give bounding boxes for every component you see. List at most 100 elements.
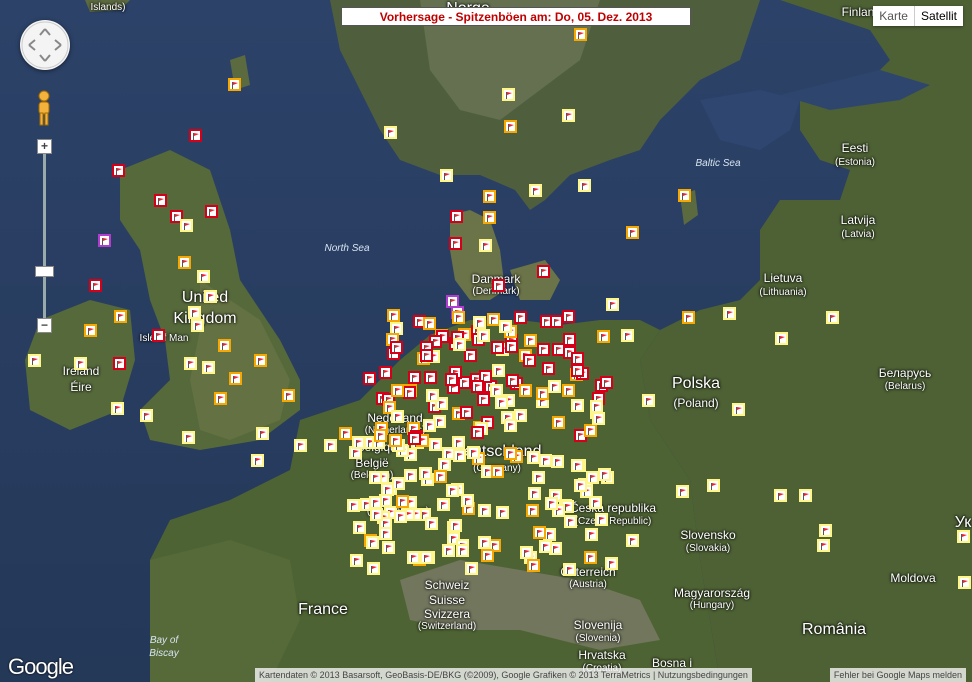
station-marker-orange[interactable]: [114, 310, 127, 323]
map-canvas[interactable]: NorgeIslands)FinlanEesti(Estonia)Baltic …: [0, 0, 972, 682]
station-marker-yellow[interactable]: [563, 563, 576, 576]
station-marker-yellow[interactable]: [381, 483, 394, 496]
station-marker-yellow[interactable]: [353, 521, 366, 534]
station-marker-yellow[interactable]: [502, 88, 515, 101]
station-marker-red[interactable]: [89, 279, 102, 292]
station-marker-red[interactable]: [471, 380, 484, 393]
station-marker-yellow[interactable]: [732, 403, 745, 416]
station-marker-yellow[interactable]: [347, 499, 360, 512]
station-marker-yellow[interactable]: [562, 109, 575, 122]
station-marker-yellow[interactable]: [529, 184, 542, 197]
station-marker-yellow[interactable]: [423, 419, 436, 432]
station-marker-red[interactable]: [408, 432, 421, 445]
station-marker-yellow[interactable]: [826, 311, 839, 324]
station-marker-yellow[interactable]: [456, 544, 469, 557]
station-marker-red[interactable]: [420, 349, 433, 362]
station-marker-yellow[interactable]: [425, 517, 438, 530]
station-marker-orange[interactable]: [483, 190, 496, 203]
zoom-in-button[interactable]: +: [37, 139, 52, 154]
station-marker-orange[interactable]: [434, 470, 447, 483]
pegman-icon[interactable]: [35, 90, 53, 126]
station-marker-red[interactable]: [505, 340, 518, 353]
station-marker-yellow[interactable]: [571, 459, 584, 472]
station-marker-yellow[interactable]: [467, 446, 480, 459]
station-marker-yellow[interactable]: [379, 527, 392, 540]
station-marker-orange[interactable]: [504, 447, 517, 460]
station-marker-orange[interactable]: [214, 392, 227, 405]
station-marker-yellow[interactable]: [367, 562, 380, 575]
station-marker-yellow[interactable]: [350, 554, 363, 567]
zoom-out-button[interactable]: −: [37, 318, 52, 333]
station-marker-orange[interactable]: [519, 384, 532, 397]
station-marker-yellow[interactable]: [384, 126, 397, 139]
station-marker-red[interactable]: [600, 376, 613, 389]
station-marker-red[interactable]: [542, 362, 555, 375]
station-marker-yellow[interactable]: [478, 536, 491, 549]
station-marker-yellow[interactable]: [551, 455, 564, 468]
station-marker-yellow[interactable]: [499, 320, 512, 333]
station-marker-yellow[interactable]: [598, 468, 611, 481]
station-marker-orange[interactable]: [452, 311, 465, 324]
station-marker-orange[interactable]: [533, 526, 546, 539]
station-marker-orange[interactable]: [391, 384, 404, 397]
station-marker-yellow[interactable]: [477, 329, 490, 342]
station-marker-red[interactable]: [390, 341, 403, 354]
station-marker-yellow[interactable]: [539, 540, 552, 553]
station-marker-yellow[interactable]: [545, 497, 558, 510]
station-marker-red[interactable]: [112, 164, 125, 177]
station-marker-yellow[interactable]: [191, 319, 204, 332]
station-marker-orange[interactable]: [504, 120, 517, 133]
station-marker-orange[interactable]: [282, 389, 295, 402]
station-marker-orange[interactable]: [574, 28, 587, 41]
station-marker-yellow[interactable]: [473, 316, 486, 329]
station-marker-red[interactable]: [205, 205, 218, 218]
station-marker-orange[interactable]: [481, 549, 494, 562]
station-marker-yellow[interactable]: [595, 513, 608, 526]
station-marker-yellow[interactable]: [606, 298, 619, 311]
station-marker-yellow[interactable]: [352, 436, 365, 449]
station-marker-red[interactable]: [491, 341, 504, 354]
station-marker-orange[interactable]: [626, 226, 639, 239]
station-marker-yellow[interactable]: [817, 539, 830, 552]
station-marker-yellow[interactable]: [532, 471, 545, 484]
station-marker-red[interactable]: [154, 194, 167, 207]
zoom-slider-thumb[interactable]: [35, 266, 54, 277]
station-marker-yellow[interactable]: [586, 471, 599, 484]
station-marker-yellow[interactable]: [578, 179, 591, 192]
station-marker-purple[interactable]: [98, 234, 111, 247]
station-marker-yellow[interactable]: [440, 169, 453, 182]
station-marker-red[interactable]: [537, 343, 550, 356]
station-marker-red[interactable]: [571, 364, 584, 377]
station-marker-yellow[interactable]: [419, 467, 432, 480]
station-marker-orange[interactable]: [678, 189, 691, 202]
station-marker-yellow[interactable]: [478, 504, 491, 517]
station-marker-yellow[interactable]: [111, 402, 124, 415]
pan-control[interactable]: [20, 20, 70, 70]
station-marker-orange[interactable]: [178, 256, 191, 269]
station-marker-yellow[interactable]: [723, 307, 736, 320]
station-marker-orange[interactable]: [84, 324, 97, 337]
station-marker-yellow[interactable]: [449, 519, 462, 532]
station-marker-yellow[interactable]: [202, 361, 215, 374]
station-marker-yellow[interactable]: [366, 536, 379, 549]
station-marker-yellow[interactable]: [621, 329, 634, 342]
station-marker-orange[interactable]: [228, 78, 241, 91]
map-type-karte-button[interactable]: Karte: [873, 6, 914, 26]
station-marker-yellow[interactable]: [958, 576, 971, 589]
station-marker-yellow[interactable]: [605, 557, 618, 570]
report-error-link[interactable]: Fehler bei Google Maps melden: [829, 668, 966, 682]
station-marker-yellow[interactable]: [369, 471, 382, 484]
station-marker-yellow[interactable]: [404, 469, 417, 482]
station-marker-yellow[interactable]: [819, 524, 832, 537]
station-marker-yellow[interactable]: [188, 306, 201, 319]
station-marker-yellow[interactable]: [585, 528, 598, 541]
station-marker-red[interactable]: [523, 354, 536, 367]
station-marker-orange[interactable]: [584, 424, 597, 437]
station-marker-yellow[interactable]: [391, 410, 404, 423]
station-marker-yellow[interactable]: [294, 439, 307, 452]
station-marker-yellow[interactable]: [590, 400, 603, 413]
station-marker-red[interactable]: [552, 343, 565, 356]
station-marker-yellow[interactable]: [74, 357, 87, 370]
station-marker-yellow[interactable]: [180, 219, 193, 232]
station-marker-yellow[interactable]: [453, 338, 466, 351]
